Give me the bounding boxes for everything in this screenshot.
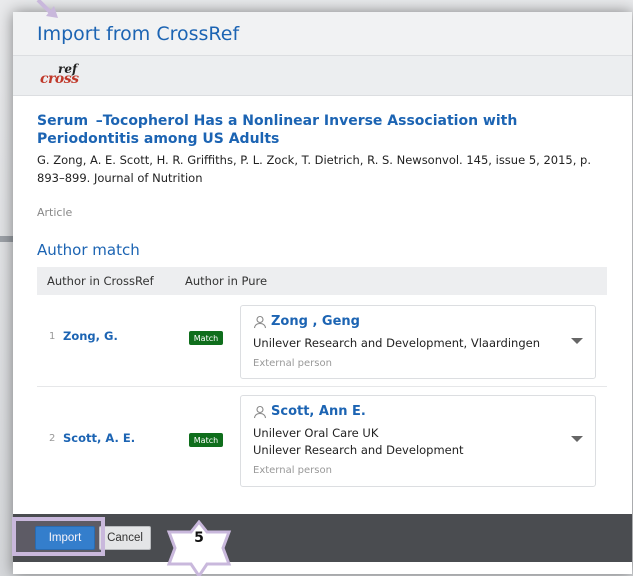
article-meta: G. Zong, A. E. Scott, H. R. Griffiths, P… (37, 153, 591, 185)
pure-author-name[interactable]: Zong , Geng (271, 314, 360, 329)
background-divider (0, 236, 14, 242)
table-row: 1 Zong, G. Match Zong , Geng Unilever Re… (37, 295, 607, 387)
chevron-down-icon[interactable] (571, 338, 583, 344)
article-title[interactable]: Serum –Tocopherol Has a Nonlinear Invers… (37, 112, 597, 148)
dialog-content: Serum –Tocopherol Has a Nonlinear Invers… (13, 112, 632, 507)
author-table-header: Author in CrossRef Author in Pure (37, 267, 607, 295)
pure-author-type: External person (253, 465, 332, 476)
row-index: 2 (49, 433, 56, 444)
step-badge-shape (166, 519, 232, 576)
chevron-down-icon[interactable] (571, 436, 583, 442)
step-number: 5 (194, 530, 204, 546)
tutorial-highlight (12, 517, 105, 556)
person-icon (253, 405, 267, 418)
crossref-logo-ref: ref (58, 61, 78, 76)
row-index: 1 (49, 331, 56, 342)
crossref-logo: cross ref (40, 61, 100, 88)
pure-author-organisation: Unilever Research and Development, Vlaar… (253, 336, 540, 350)
pure-author-type: External person (253, 358, 332, 369)
column-header-crossref: Author in CrossRef (47, 274, 154, 288)
step-badge: 5 (163, 519, 235, 576)
table-row: 2 Scott, A. E. Match Scott, Ann E. Unile… (37, 387, 607, 507)
match-badge: Match (189, 433, 223, 447)
dialog-footer: Import Cancel (13, 514, 632, 562)
match-badge: Match (189, 331, 223, 345)
pointer-arrow-icon (36, 0, 58, 18)
cancel-button[interactable]: Cancel (99, 526, 151, 550)
pure-author-name-row: Scott, Ann E. (253, 404, 583, 419)
dialog-header: Import from CrossRef (13, 12, 632, 56)
author-match-heading: Author match (37, 241, 140, 259)
crossref-logo-bar: cross ref (13, 56, 632, 96)
pure-author-organisation: Unilever Oral Care UK Unilever Research … (253, 425, 583, 459)
pure-author-name-row: Zong , Geng (253, 314, 583, 329)
pure-author-organisation-2: Unilever Research and Development (253, 443, 464, 457)
article-type: Article (37, 206, 73, 219)
column-header-pure: Author in Pure (185, 274, 268, 288)
person-icon (253, 315, 267, 328)
crossref-author-name: Scott, A. E. (63, 431, 136, 445)
import-dialog: Import from CrossRef cross ref Serum –To… (13, 12, 632, 574)
dialog-title: Import from CrossRef (37, 22, 240, 45)
pure-author-name[interactable]: Scott, Ann E. (271, 404, 366, 419)
pure-author-organisation-1: Unilever Oral Care UK (253, 426, 379, 440)
pure-author-selector[interactable]: Scott, Ann E. Unilever Oral Care UK Unil… (240, 395, 596, 487)
pure-author-selector[interactable]: Zong , Geng Unilever Research and Develo… (240, 305, 596, 379)
crossref-author-name: Zong, G. (63, 329, 118, 343)
